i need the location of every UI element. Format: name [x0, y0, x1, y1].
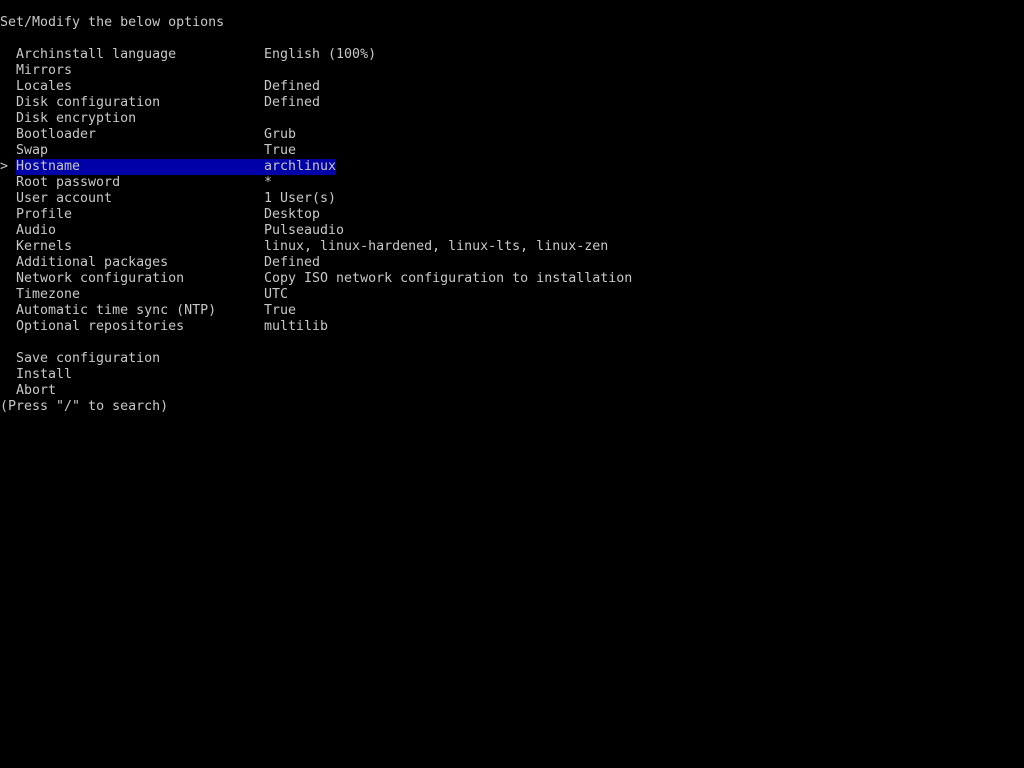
option-label: Swap [16, 143, 49, 158]
cursor-indicator [0, 95, 16, 111]
cursor-indicator [0, 63, 16, 79]
option-value: UTC [264, 287, 289, 302]
cursor-indicator [0, 239, 16, 255]
option-value: archlinux [264, 159, 337, 175]
option-audio[interactable]: Audio Pulseaudio [0, 223, 1024, 239]
option-value: Defined [264, 255, 321, 270]
option-label: Disk encryption [16, 111, 137, 126]
option-label: Hostname [16, 159, 264, 175]
option-label: Automatic time sync (NTP) [16, 303, 217, 318]
option-value: Copy ISO network configuration to instal… [264, 271, 633, 286]
option-label: Mirrors [16, 63, 73, 78]
option-optional-repositories[interactable]: Optional repositories multilib [0, 319, 1024, 335]
cursor-indicator [0, 111, 16, 127]
cursor-indicator: > [0, 159, 9, 174]
option-bootloader[interactable]: Bootloader Grub [0, 127, 1024, 143]
menu-prompt: Set/Modify the below options [0, 15, 225, 30]
option-profile[interactable]: Profile Desktop [0, 207, 1024, 223]
action-list: Save configuration Install Abort [0, 351, 1024, 399]
action-label: Abort [16, 383, 57, 398]
option-value: Pulseaudio [264, 223, 345, 238]
option-label: Bootloader [16, 127, 97, 142]
option-value: Defined [264, 79, 321, 94]
option-additional-packages[interactable]: Additional packages Defined [0, 255, 1024, 271]
option-value: Grub [264, 127, 297, 142]
option-timezone[interactable]: Timezone UTC [0, 287, 1024, 303]
action-abort[interactable]: Abort [0, 383, 1024, 399]
cursor-indicator [0, 319, 16, 335]
option-label: Timezone [16, 287, 81, 302]
option-label: Archinstall language [16, 47, 177, 62]
option-label: Optional repositories [16, 319, 185, 334]
option-value: True [264, 143, 297, 158]
search-hint: (Press "/" to search) [0, 399, 169, 414]
option-value: English (100%) [264, 47, 377, 62]
option-label: Kernels [16, 239, 73, 254]
cursor-indicator [0, 127, 16, 143]
option-value: True [264, 303, 297, 318]
option-disk-configuration[interactable]: Disk configuration Defined [0, 95, 1024, 111]
option-locales[interactable]: Locales Defined [0, 79, 1024, 95]
cursor-indicator [0, 303, 16, 319]
option-value: 1 User(s) [264, 191, 337, 206]
option-label: User account [16, 191, 113, 206]
options-menu: Archinstall language English (100%) Mirr… [0, 47, 1024, 415]
cursor-indicator [0, 143, 16, 159]
cursor-indicator [0, 207, 16, 223]
terminal-screen: Set/Modify the below options Archinstall… [0, 0, 1024, 768]
option-label: Additional packages [16, 255, 169, 270]
cursor-indicator [0, 287, 16, 303]
option-swap[interactable]: Swap True [0, 143, 1024, 159]
option-value: multilib [264, 319, 329, 334]
option-label: Audio [16, 223, 57, 238]
option-label: Disk configuration [16, 95, 161, 110]
option-label: Root password [16, 175, 121, 190]
option-value: linux, linux-hardened, linux-lts, linux-… [264, 239, 609, 254]
option-kernels[interactable]: Kernels linux, linux-hardened, linux-lts… [0, 239, 1024, 255]
option-disk-encryption[interactable]: Disk encryption [0, 111, 1024, 127]
cursor-indicator [0, 191, 16, 207]
menu-spacer [0, 335, 1024, 351]
action-install[interactable]: Install [0, 367, 1024, 383]
option-label: Locales [16, 79, 73, 94]
option-hostname[interactable]: > Hostname archlinux [0, 159, 1024, 175]
option-value: Defined [264, 95, 321, 110]
option-automatic-time-sync[interactable]: Automatic time sync (NTP) True [0, 303, 1024, 319]
action-save-configuration[interactable]: Save configuration [0, 351, 1024, 367]
cursor-indicator [0, 175, 16, 191]
option-label: Network configuration [16, 271, 185, 286]
action-label: Save configuration [16, 351, 161, 366]
option-root-password[interactable]: Root password * [0, 175, 1024, 191]
option-user-account[interactable]: User account 1 User(s) [0, 191, 1024, 207]
cursor-indicator [0, 79, 16, 95]
option-archinstall-language[interactable]: Archinstall language English (100%) [0, 47, 1024, 63]
cursor-indicator [0, 47, 16, 63]
cursor-indicator [0, 271, 16, 287]
cursor-indicator [0, 223, 16, 239]
option-network-configuration[interactable]: Network configuration Copy ISO network c… [0, 271, 1024, 287]
option-value: Desktop [264, 207, 321, 222]
option-label: Profile [16, 207, 73, 222]
option-mirrors[interactable]: Mirrors [0, 63, 1024, 79]
cursor-indicator [0, 255, 16, 271]
option-value: * [264, 175, 273, 190]
action-label: Install [16, 367, 73, 382]
